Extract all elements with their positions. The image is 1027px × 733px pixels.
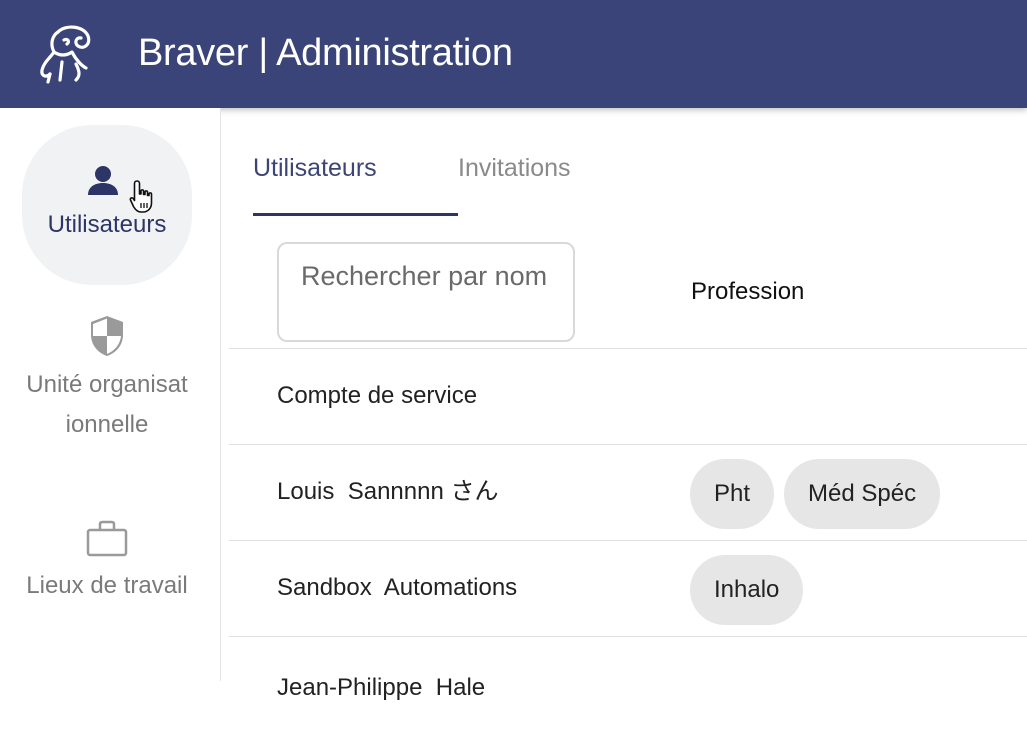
user-name: Sandbox Automations [277, 574, 518, 601]
profession-chips: Inhalo [690, 555, 804, 625]
ram-logo-icon [40, 25, 91, 84]
table-row[interactable]: Jean-Philippe Hale [229, 636, 1027, 733]
user-name: Jean-Philippe Hale [277, 674, 486, 701]
tab-users[interactable]: Utilisateurs [253, 150, 377, 186]
search-input[interactable]: Rechercher par nom [277, 242, 575, 342]
sidebar-item-organizational-unit[interactable]: Unité organisat ionnelle [0, 313, 214, 445]
user-name: Compte de service [277, 382, 478, 409]
tab-invitations[interactable]: Invitations [458, 150, 571, 186]
sidebar-item-label: Utilisateurs [47, 211, 167, 238]
sidebar-item-workplaces[interactable]: Lieux de travail [0, 518, 214, 606]
table-row[interactable]: Louis Sannnnn さん Pht Méd Spéc [229, 444, 1027, 541]
sidebar: Utilisateurs Unité organisat ionnelle Li… [0, 108, 221, 681]
app-title: Braver | Administration [138, 32, 513, 74]
user-name: Louis Sannnnn さん [277, 478, 499, 505]
sidebar-item-label: Lieux de travail [26, 572, 188, 599]
shield-icon [91, 316, 123, 356]
profession-chip: Inhalo [690, 555, 804, 625]
app-header: Braver | Administration [0, 0, 1027, 108]
main-content: Utilisateurs Invitations Rechercher par … [221, 108, 1027, 701]
user-icon [88, 166, 118, 195]
sidebar-item-users[interactable]: Utilisateurs [22, 125, 192, 285]
active-tab-indicator [253, 213, 458, 216]
column-header-profession: Profession [691, 278, 805, 305]
profession-chips: Pht Méd Spéc [690, 459, 941, 529]
sidebar-item-label: Unité organisat ionnelle [26, 371, 188, 438]
hand-cursor-icon [129, 180, 153, 213]
profession-chip: Méd Spéc [784, 459, 941, 529]
briefcase-icon [86, 520, 128, 557]
table-row[interactable]: Compte de service [229, 348, 1027, 445]
profession-chip: Pht [690, 459, 775, 529]
table-row[interactable]: Sandbox Automations Inhalo [229, 540, 1027, 637]
